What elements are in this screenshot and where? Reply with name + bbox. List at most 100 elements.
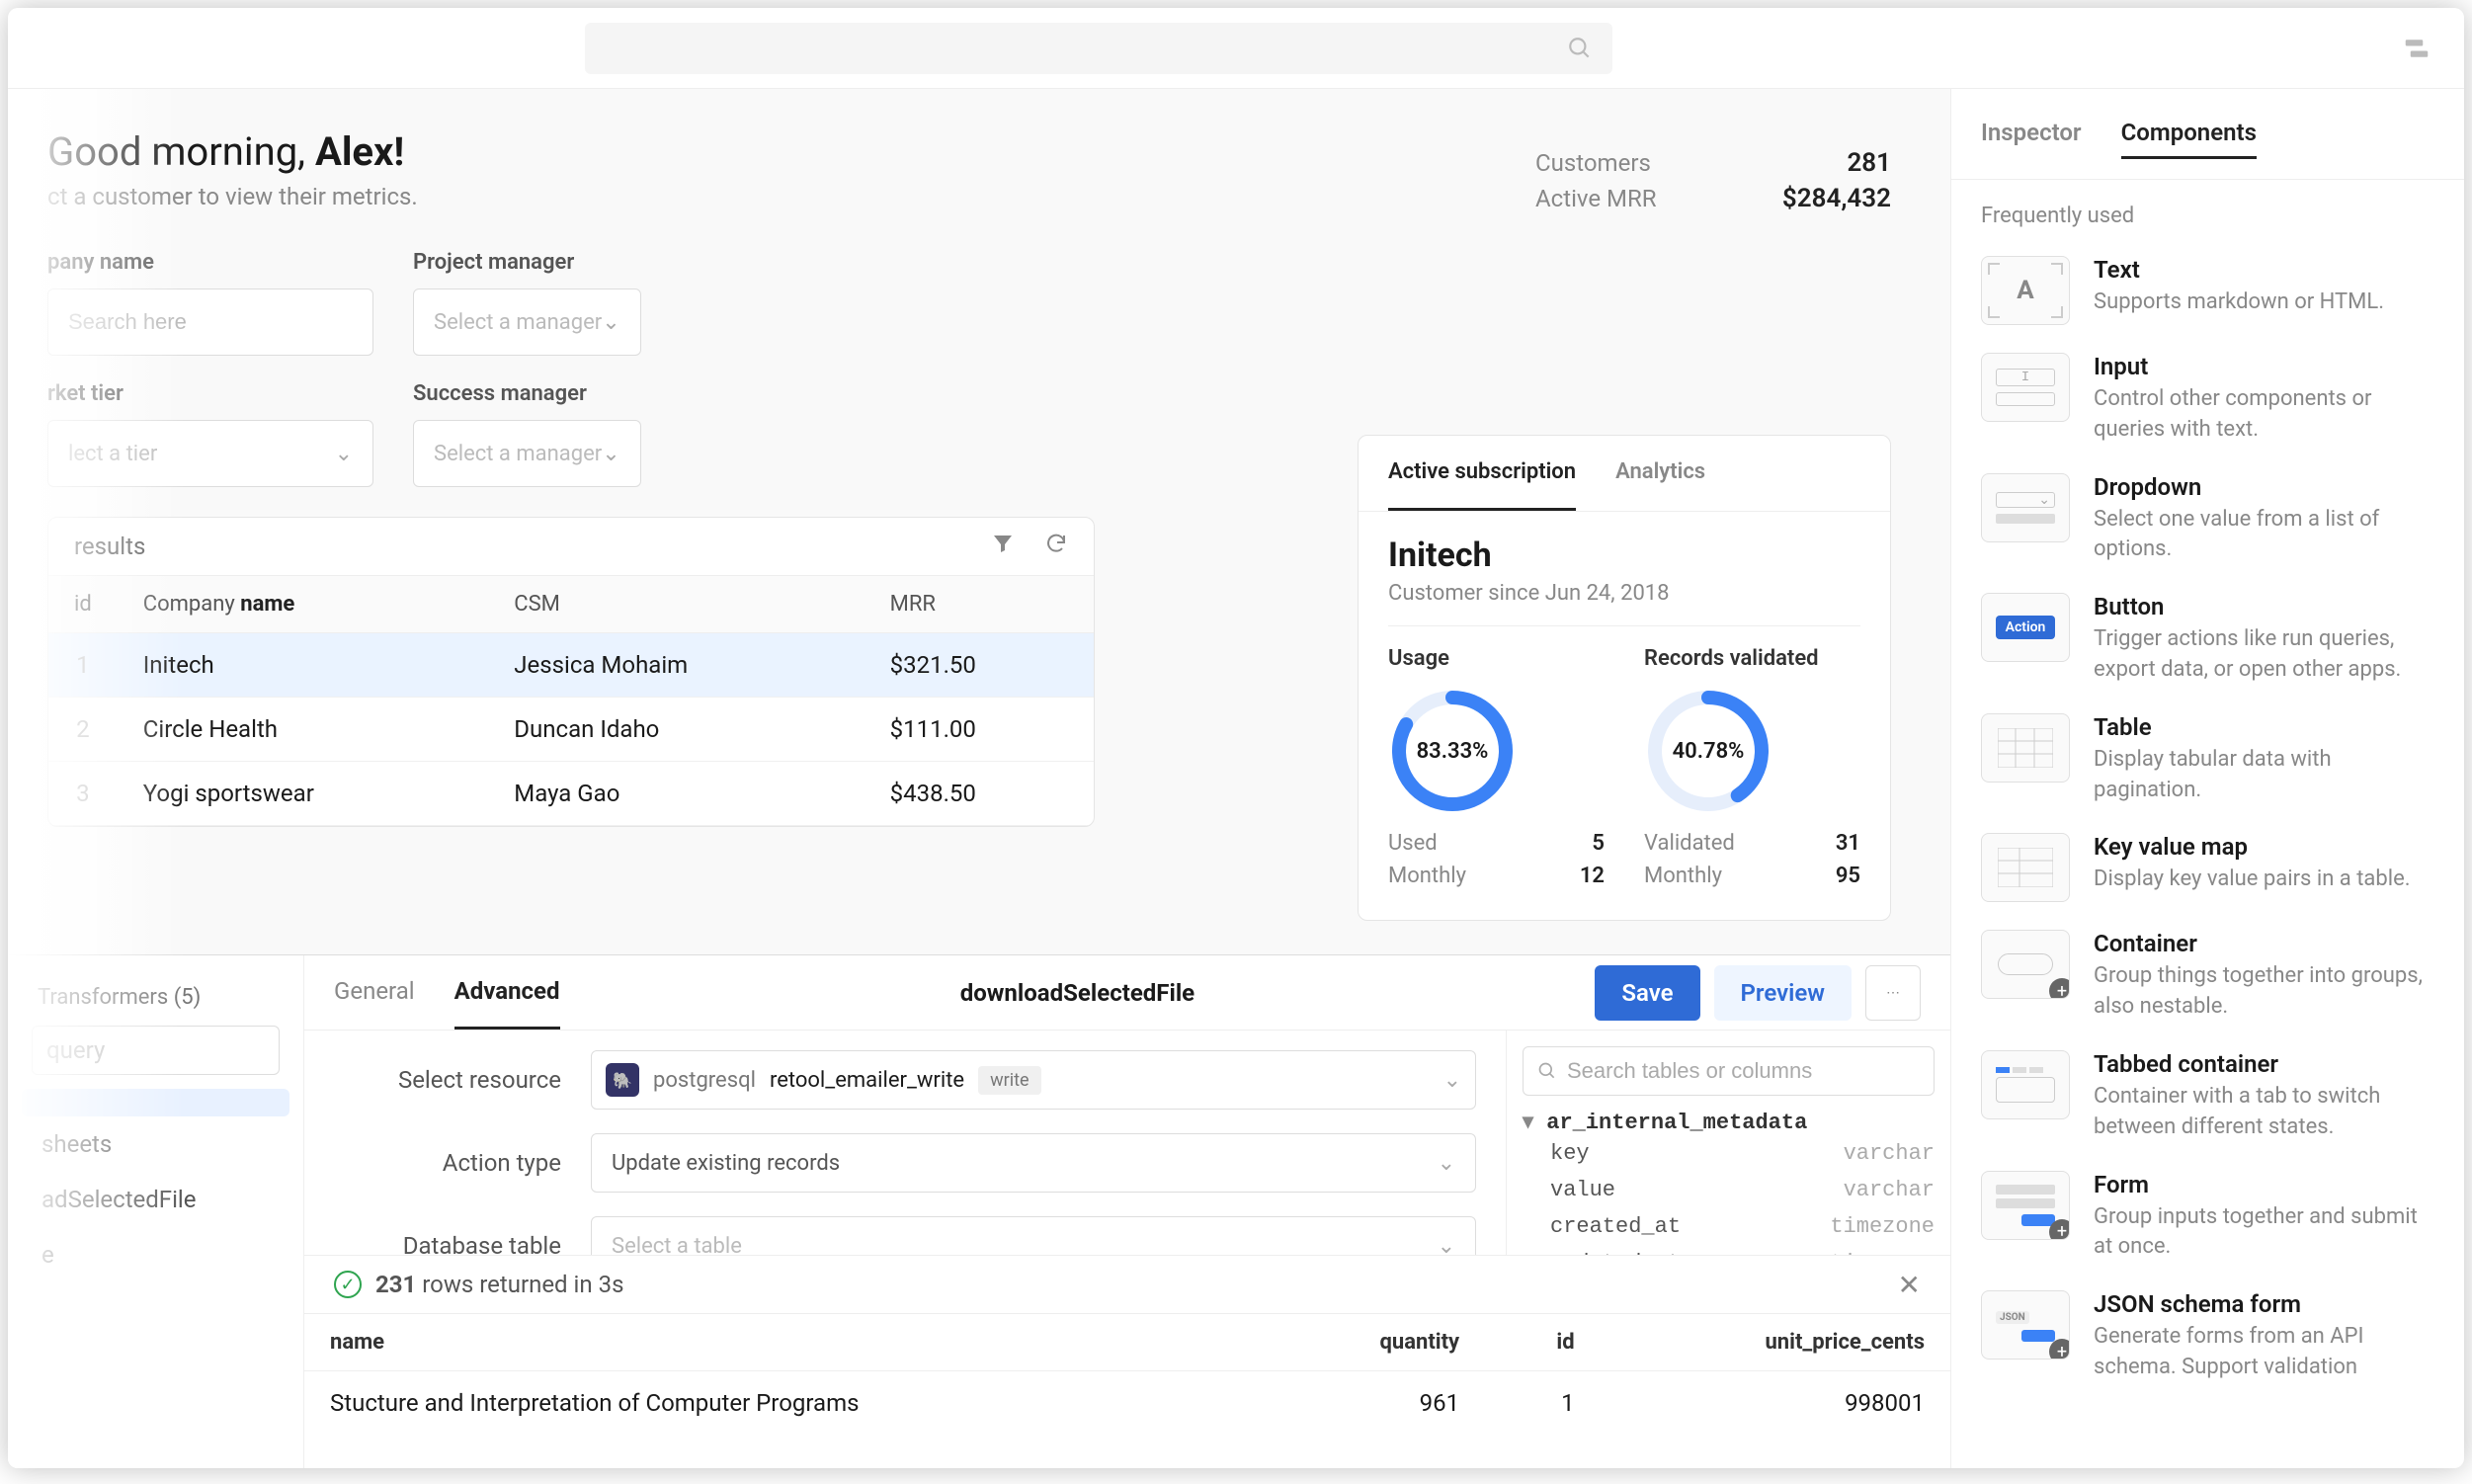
preview-button[interactable]: Preview bbox=[1714, 965, 1852, 1021]
row-idx: 3 bbox=[48, 762, 118, 826]
results-panel: results id Company name CSM bbox=[47, 517, 1095, 827]
component-button[interactable]: ActionButtonTrigger actions like run que… bbox=[1951, 579, 2464, 700]
transformer-item[interactable]: e bbox=[22, 1227, 289, 1282]
component-desc: Generate forms from an API schema. Suppo… bbox=[2094, 1322, 2434, 1383]
component-text[interactable]: ATextSupports markdown or HTML. bbox=[1951, 242, 2464, 339]
mrr-value: $284,432 bbox=[1743, 184, 1891, 213]
usage-monthly-label: Monthly bbox=[1388, 864, 1466, 888]
component-input[interactable]: IInputControl other components or querie… bbox=[1951, 339, 2464, 459]
panel-toggle-icon[interactable] bbox=[2393, 25, 2440, 72]
col-type: varchar bbox=[1844, 1141, 1935, 1166]
records-pct: 40.78% bbox=[1644, 687, 1772, 815]
used-value: 5 bbox=[1592, 831, 1605, 856]
table-row[interactable]: 1 Initech Jessica Mohaim $321.50 bbox=[48, 633, 1094, 698]
result-rest: rows returned in 3s bbox=[416, 1271, 623, 1298]
action-type-select[interactable]: Update existing records ⌄ bbox=[591, 1133, 1476, 1193]
market-tier-select[interactable]: lect a tier ⌄ bbox=[47, 420, 373, 487]
col-name: value bbox=[1550, 1178, 1615, 1202]
project-manager-select[interactable]: Select a manager ⌄ bbox=[413, 289, 641, 356]
row-idx: 2 bbox=[48, 698, 118, 762]
table-row[interactable]: 3 Yogi sportswear Maya Gao $438.50 bbox=[48, 762, 1094, 826]
chevron-down-icon: ⌄ bbox=[602, 310, 619, 335]
result-row[interactable]: Stucture and Interpretation of Computer … bbox=[304, 1371, 1950, 1436]
project-manager-placeholder: Select a manager bbox=[434, 310, 602, 335]
schema-table-name[interactable]: ar_internal_metadata bbox=[1523, 1110, 1935, 1135]
component-desc: Display key value pairs in a table. bbox=[2094, 865, 2411, 895]
component-desc: Display tabular data with pagination. bbox=[2094, 745, 2434, 806]
component-name: Key value map bbox=[2094, 833, 2411, 861]
component-desc: Container with a tab to switch between d… bbox=[2094, 1082, 2434, 1143]
result-strip: ✓ 231 rows returned in 3s ✕ bbox=[304, 1255, 1950, 1314]
records-gauge: 40.78% bbox=[1644, 687, 1772, 815]
resval-price: 998001 bbox=[1601, 1371, 1950, 1436]
chevron-down-icon: ⌄ bbox=[1438, 1151, 1455, 1176]
resval-quantity: 961 bbox=[1268, 1371, 1485, 1436]
refresh-icon[interactable] bbox=[1044, 532, 1068, 561]
tab-active-subscription[interactable]: Active subscription bbox=[1388, 436, 1576, 511]
postgres-icon: 🐘 bbox=[606, 1063, 639, 1097]
component-container[interactable]: ContainerGroup things together into grou… bbox=[1951, 916, 2464, 1036]
company-name-input[interactable] bbox=[47, 289, 373, 356]
success-manager-select[interactable]: Select a manager ⌄ bbox=[413, 420, 641, 487]
component-json[interactable]: JSONJSON schema formGenerate forms from … bbox=[1951, 1277, 2464, 1397]
component-name: Table bbox=[2094, 713, 2434, 741]
component-name: Tabbed container bbox=[2094, 1050, 2434, 1078]
editor-title: downloadSelectedFile bbox=[960, 979, 1195, 1007]
row-csm: Maya Gao bbox=[488, 762, 864, 826]
query-search[interactable]: query bbox=[32, 1026, 280, 1075]
more-button[interactable]: ⋯ bbox=[1865, 965, 1921, 1021]
table-row[interactable]: 2 Circle Health Duncan Idaho $111.00 bbox=[48, 698, 1094, 762]
col-name: created_at bbox=[1550, 1214, 1681, 1239]
component-kv[interactable]: Key value map Display key value pairs in … bbox=[1951, 819, 2464, 916]
editor-sidebar: Transformers (5) query sheetsadSelectedF… bbox=[8, 955, 304, 1468]
schema-column[interactable]: created_attimezone bbox=[1523, 1208, 1935, 1245]
row-company: Initech bbox=[118, 633, 489, 698]
component-name: Input bbox=[2094, 353, 2434, 380]
transformer-item[interactable]: adSelectedFile bbox=[22, 1172, 289, 1227]
filter-icon[interactable] bbox=[991, 532, 1015, 561]
save-button[interactable]: Save bbox=[1595, 965, 1699, 1021]
component-tabbed[interactable]: Tabbed container Container with a tab to … bbox=[1951, 1036, 2464, 1157]
schema-column[interactable]: key varchar bbox=[1523, 1135, 1935, 1172]
results-table[interactable]: id Company name CSM MRR 1 Initech Jessic… bbox=[48, 575, 1094, 826]
col-name: key bbox=[1550, 1141, 1590, 1166]
transformer-item[interactable] bbox=[22, 1089, 289, 1116]
resource-select[interactable]: 🐘 postgresql retool_emailer_write write … bbox=[591, 1050, 1476, 1110]
global-search[interactable] bbox=[585, 23, 1612, 74]
component-name: Text bbox=[2094, 256, 2384, 284]
component-table[interactable]: Table Display tabular data with paginatio… bbox=[1951, 700, 2464, 820]
tab-inspector[interactable]: Inspector bbox=[1981, 109, 2082, 159]
rescol-price: unit_price_cents bbox=[1601, 1314, 1950, 1371]
chevron-down-icon: ⌄ bbox=[602, 442, 619, 466]
rescol-name: name bbox=[304, 1314, 1268, 1371]
subscription-card: Active subscription Analytics Initech Cu… bbox=[1358, 435, 1891, 921]
component-desc: Select one value from a list of options. bbox=[2094, 505, 2434, 566]
tab-components[interactable]: Components bbox=[2121, 109, 2257, 159]
close-icon[interactable]: ✕ bbox=[1898, 1269, 1921, 1301]
transformer-item[interactable]: sheets bbox=[22, 1116, 289, 1172]
usage-gauge: 83.33% bbox=[1388, 687, 1517, 815]
header-stats: Customers 281 Active MRR $284,432 bbox=[1535, 148, 1891, 219]
component-thumb: Action bbox=[1981, 593, 2070, 662]
component-desc: Group inputs together and submit at once… bbox=[2094, 1202, 2434, 1264]
greeting-prefix: Good morning, bbox=[47, 128, 315, 175]
component-name: JSON schema form bbox=[2094, 1290, 2434, 1318]
schema-search-placeholder: Search tables or columns bbox=[1567, 1058, 1812, 1084]
component-thumb bbox=[1981, 930, 2070, 999]
usage-label: Usage bbox=[1388, 646, 1605, 671]
resval-id: 1 bbox=[1485, 1371, 1601, 1436]
schema-column[interactable]: valuevarchar bbox=[1523, 1172, 1935, 1208]
tab-general[interactable]: General bbox=[334, 955, 415, 1030]
tab-analytics[interactable]: Analytics bbox=[1615, 436, 1705, 511]
component-form[interactable]: FormGroup inputs together and submit at … bbox=[1951, 1157, 2464, 1278]
tab-advanced[interactable]: Advanced bbox=[454, 955, 560, 1030]
query-search-placeholder: query bbox=[46, 1036, 105, 1064]
schema-search[interactable]: Search tables or columns bbox=[1523, 1046, 1935, 1096]
component-thumb bbox=[1981, 1171, 2070, 1240]
resource-mode: write bbox=[978, 1066, 1040, 1095]
component-dropdown[interactable]: ⌄DropdownSelect one value from a list of… bbox=[1951, 459, 2464, 580]
component-desc: Control other components or queries with… bbox=[2094, 384, 2434, 446]
col-id: id bbox=[48, 576, 118, 633]
transformers-heading: Transformers (5) bbox=[22, 975, 289, 1020]
results-title: results bbox=[74, 533, 145, 560]
